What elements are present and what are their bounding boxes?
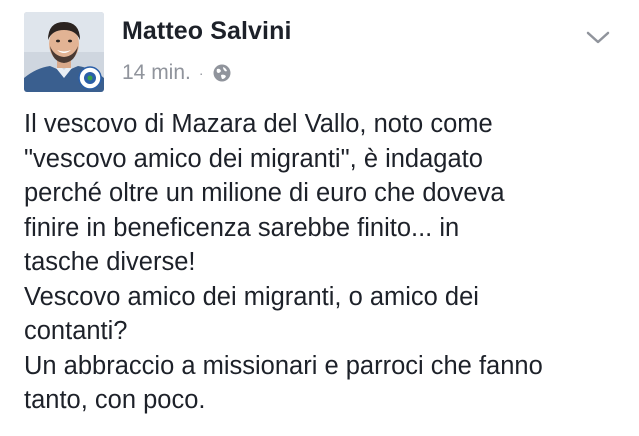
facebook-post: Matteo Salvini 14 min. · Il vescovo di M… [0, 0, 639, 436]
chevron-down-icon[interactable] [584, 28, 612, 48]
author-name[interactable]: Matteo Salvini [122, 17, 292, 46]
post-body: Il vescovo di Mazara del Vallo, noto com… [24, 107, 624, 418]
post-text-line: Il vescovo di Mazara del Vallo, noto com… [24, 110, 493, 138]
post-text-line: Vescovo amico dei migranti, o amico dei [24, 282, 479, 311]
post-text-line: contanti? [24, 317, 128, 345]
meta-separator: · [198, 65, 204, 81]
post-text-line: finire in beneficenza sarebbe finito... … [24, 213, 460, 242]
post-meta: 14 min. · [122, 60, 232, 86]
globe-icon[interactable] [212, 63, 232, 83]
post-text-line: perché oltre un milione di euro che dove… [24, 179, 505, 207]
post-timestamp[interactable]: 14 min. [122, 61, 191, 85]
post-text-line: Un abbraccio a missionari e parroci che … [24, 351, 543, 380]
post-text-line: "vescovo amico dei migranti", è indagato [24, 144, 483, 173]
post-text-line: tanto, con poco. [24, 386, 206, 414]
profile-picture [24, 12, 104, 92]
avatar[interactable] [24, 12, 104, 92]
post-text-line: tasche diverse! [24, 248, 196, 276]
